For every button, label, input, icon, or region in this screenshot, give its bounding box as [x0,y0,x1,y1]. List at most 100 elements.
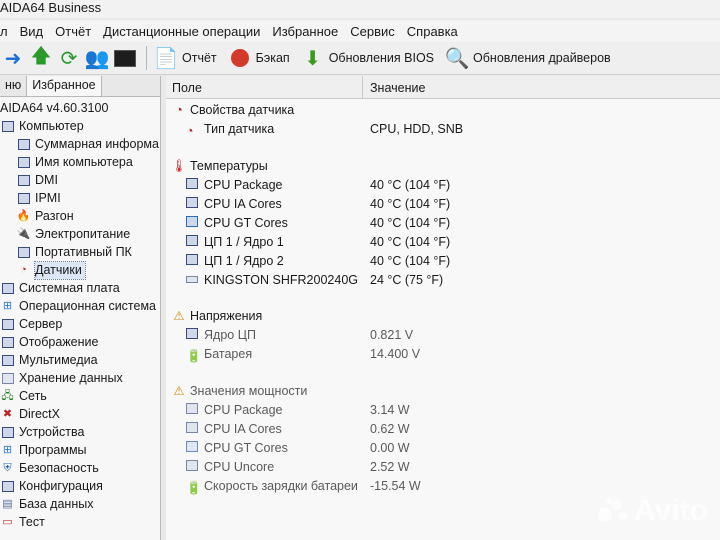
tree-item-sensors-label: Датчики [34,261,86,280]
tree-item-summary[interactable]: Суммарная информа [16,136,159,153]
menu-item-remote[interactable]: Дистанционные операции [99,24,268,39]
tree-item-power-label: Электропитание [35,227,131,241]
windows-icon: ⊞ [2,300,13,312]
tree-item-multimedia-label: Мультимедиа [19,353,98,367]
programs-icon: ⊞ [2,444,13,456]
bios-updates-button[interactable]: ⬇ Обновления BIOS [300,45,434,71]
menu-item-file[interactable]: л [0,24,16,39]
avito-watermark: Avito [596,494,708,528]
group-temperatures: 🌡 Температуры [171,157,268,175]
forward-arrow-icon[interactable]: ➜ [0,45,26,71]
report-button[interactable]: 📄 Отчёт [153,45,217,71]
tree-item-database-label: База данных [19,497,94,511]
table-row[interactable]: CPU GT Cores 0.00 W [166,439,720,457]
menu-item-service[interactable]: Сервис [346,24,403,39]
table-row[interactable]: CPU Package 40 °C (104 °F) [166,176,720,194]
column-header: Поле Значение [166,76,720,99]
tree-item-storage-label: Хранение данных [19,371,123,385]
table-row[interactable]: 🔋 Батарея 14.400 V [166,345,720,363]
tree-item-dmi[interactable]: DMI [16,172,58,189]
tree-item-storage[interactable]: Хранение данных [0,370,123,387]
config-icon [0,480,15,493]
gauge-icon: ◔ [186,124,194,138]
driver-updates-button[interactable]: 🔍 Обновления драйверов [444,45,611,71]
tree-item-overclock[interactable]: 🔥 Разгон [16,208,74,225]
tree-item-os[interactable]: ⊞ Операционная система [0,298,156,315]
tree-item-devices[interactable]: Устройства [0,424,84,441]
tree-item-benchmark[interactable]: ▭ Тест [0,514,45,531]
table-row[interactable]: 🔋 Скорость зарядки батареи -15.54 W [166,477,720,495]
menu-item-favorites[interactable]: Избранное [268,24,346,39]
tree-item-programs[interactable]: ⊞ Программы [0,442,87,459]
column-divider[interactable] [362,76,363,98]
group-sensor-properties: ◔ Свойства датчика [172,101,294,119]
database-icon: ▤ [2,498,13,510]
magnifier-icon: 🔍 [444,47,470,70]
users-icon[interactable]: 👥 [84,45,110,71]
cpu-chip-icon [186,460,200,473]
battery-charge-icon: 🔋 [186,481,202,495]
table-row[interactable]: CPU Uncore 2.52 W [166,458,720,476]
table-row[interactable]: ЦП 1 / Ядро 1 40 °C (104 °F) [166,233,720,251]
summary-icon [16,138,31,151]
tree-item-computer-name[interactable]: Имя компьютера [16,154,133,171]
warning-icon: ⚠ [173,309,185,323]
title-bar: AIDA64 Business [0,0,720,18]
value-cell: 40 °C (104 °F) [370,197,451,211]
table-row[interactable]: CPU IA Cores 40 °C (104 °F) [166,195,720,213]
table-row[interactable]: CPU GT Cores 40 °C (104 °F) [166,214,720,232]
tab-favorites[interactable]: Избранное [27,76,102,96]
tree-item-display[interactable]: Отображение [0,334,98,351]
computer-icon [0,120,15,133]
table-row[interactable]: ЦП 1 / Ядро 2 40 °C (104 °F) [166,252,720,270]
motherboard-icon [0,282,15,295]
tree-item-laptop[interactable]: Портативный ПК [16,244,132,261]
menu-item-help[interactable]: Справка [403,24,466,39]
gpu-chip-icon [186,216,200,229]
battery-icon: 🔋 [186,349,202,363]
column-field[interactable]: Поле [172,81,202,95]
tree-item-database[interactable]: ▤ База данных [0,496,93,513]
menu-item-report[interactable]: Отчёт [51,24,99,39]
thermometer-icon: 🌡 [171,159,187,173]
column-value[interactable]: Значение [370,81,425,95]
monitor-icon[interactable] [112,45,138,71]
tree-item-config[interactable]: Конфигурация [0,478,103,495]
table-row[interactable]: ◔ Тип датчика CPU, HDD, SNB [166,120,720,138]
table-row[interactable]: Ядро ЦП 0.821 V [166,326,720,344]
tree-item-security[interactable]: ⛨ Безопасность [0,460,98,477]
tree-item-motherboard[interactable]: Системная плата [0,280,120,297]
value-cell: 2.52 W [370,460,410,474]
tree-version[interactable]: AIDA64 v4.60.3100 [0,100,108,117]
tree-item-overclock-label: Разгон [35,209,74,223]
cpu-chip-icon [186,235,200,248]
server-icon [0,318,15,331]
refresh-icon[interactable]: ⟳ [56,45,82,71]
tree-item-sensors[interactable]: ◔ Датчики [16,261,86,280]
tree-item-network[interactable]: 🖧 Сеть [0,388,46,405]
window-title: AIDA64 Business [0,0,102,15]
tree-item-computer[interactable]: Компьютер [0,118,84,135]
backup-button[interactable]: Бэкап [227,45,290,71]
tab-menu[interactable]: ню [0,76,28,96]
tree-item-power[interactable]: 🔌 Электропитание [16,226,131,243]
table-row[interactable]: KINGSTON SHFR200240G 24 °C (75 °F) [166,271,720,289]
group-sensor-properties-label: Свойства датчика [190,103,295,117]
devices-icon [0,426,15,439]
tree-item-server[interactable]: Сервер [0,316,62,333]
tree-item-motherboard-label: Системная плата [19,281,120,295]
up-arrow-icon[interactable]: 🡅 [28,45,54,71]
table-row[interactable]: CPU Package 3.14 W [166,401,720,419]
tree-item-dmi-label: DMI [35,173,58,187]
tree-item-directx[interactable]: ✖ DirectX [0,406,60,423]
table-row[interactable]: CPU IA Cores 0.62 W [166,420,720,438]
report-icon: 📄 [153,47,179,70]
value-cell: 24 °C (75 °F) [370,273,444,287]
tree-item-ipmi[interactable]: IPMI [16,190,61,207]
tree-item-multimedia[interactable]: Мультимедиа [0,352,98,369]
multimedia-icon [0,354,15,367]
group-voltages: ⚠ Напряжения [172,307,262,325]
value-cell: 0.821 V [370,328,414,342]
network-icon: 🖧 [1,390,14,402]
menu-item-view[interactable]: Вид [16,24,52,39]
